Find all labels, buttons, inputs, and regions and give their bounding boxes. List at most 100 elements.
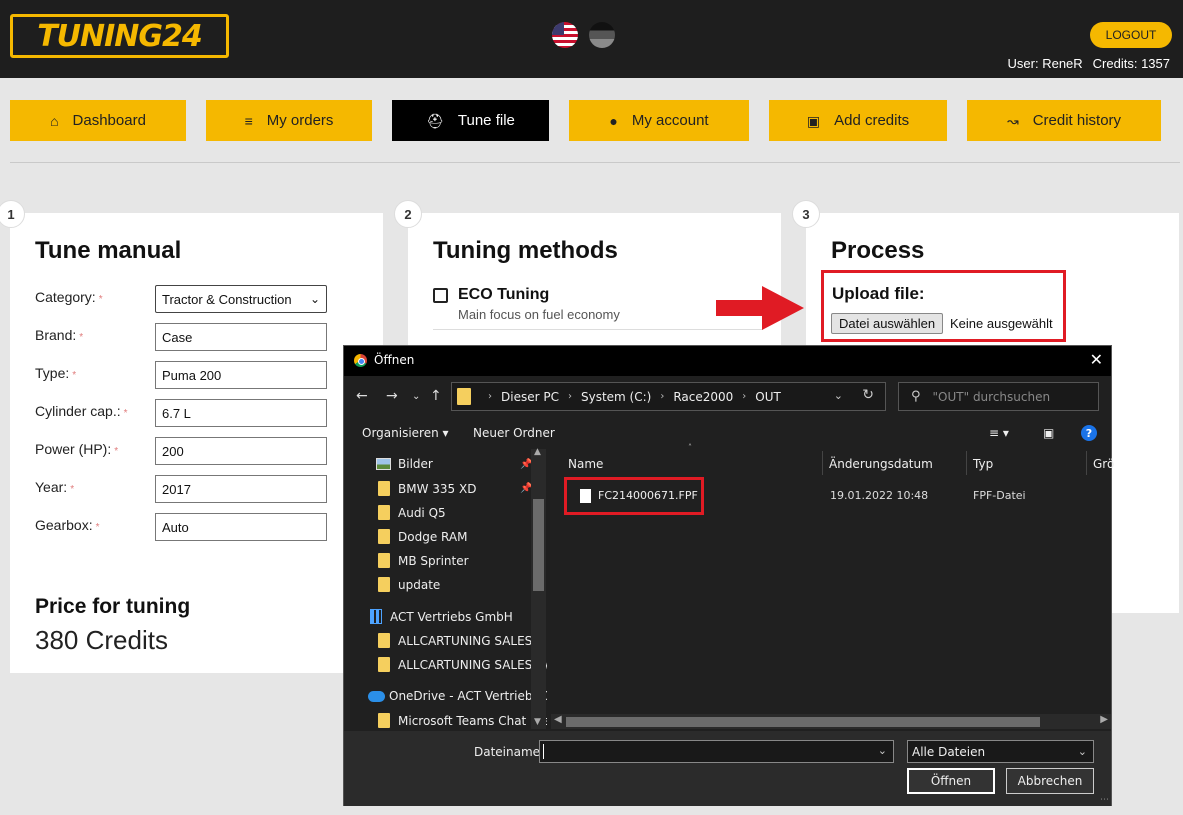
building-icon [370, 609, 382, 624]
forward-arrow-icon[interactable]: → [386, 388, 398, 404]
tree-item-dodge[interactable]: Dodge RAM [378, 529, 467, 544]
tree-item-allcartuning-2[interactable]: ALLCARTUNING SALES - \ [378, 657, 547, 672]
open-button[interactable]: Öffnen [907, 768, 995, 794]
file-list: ˄ Name Änderungsdatum Typ Grö FC21400067… [551, 443, 1114, 729]
nav-label: My orders [266, 112, 334, 129]
year-input[interactable]: 2017 [155, 475, 327, 503]
breadcrumb-item[interactable]: Dieser PC [501, 390, 559, 404]
filetype-select[interactable]: Alle Dateien ⌄ [907, 740, 1094, 763]
dialog-title: Öffnen [374, 353, 415, 367]
power-input[interactable]: 200 [155, 437, 327, 465]
category-select[interactable]: Tractor & Construction ⌄ [155, 285, 327, 313]
dialog-navbar: ← → ⌄ ↑ › Dieser PC › System (C:) › Race… [344, 382, 1111, 412]
eco-tuning-checkbox[interactable] [433, 288, 448, 303]
organize-button[interactable]: Organisieren ▾ [362, 426, 449, 440]
chevron-down-icon: ⌄ [1077, 745, 1087, 758]
scroll-thumb[interactable] [566, 717, 1040, 727]
new-folder-button[interactable]: Neuer Ordner [473, 426, 555, 440]
user-icon: ● [609, 112, 618, 129]
address-bar[interactable]: › Dieser PC › System (C:) › Race2000 › O… [451, 382, 886, 411]
tree-item-onedrive[interactable]: OneDrive - ACT Vertriebs G [368, 689, 547, 703]
folder-icon [378, 713, 390, 728]
view-options-icon[interactable]: ≡ ▾ [989, 426, 1009, 440]
us-flag-icon[interactable] [552, 22, 578, 48]
cancel-button[interactable]: Abbrechen [1006, 768, 1094, 794]
breadcrumb-item[interactable]: OUT [755, 390, 781, 404]
chevron-down-icon[interactable]: ⌄ [878, 744, 887, 757]
tuning24-logo[interactable]: TUNING24 [10, 14, 229, 58]
tree-item-allcartuning-1[interactable]: ALLCARTUNING SALES - [378, 633, 540, 648]
german-flag-icon[interactable] [589, 22, 615, 48]
search-placeholder: "OUT" durchsuchen [932, 389, 1051, 404]
up-arrow-icon[interactable]: ↑ [430, 388, 442, 404]
refresh-icon[interactable]: ↻ [862, 387, 874, 403]
step-number: 3 [792, 200, 820, 228]
nav-label: Credit history [1032, 112, 1122, 129]
cylinder-cap-input[interactable]: 6.7 L [155, 399, 327, 427]
folder-icon [378, 577, 390, 592]
tree-item-act[interactable]: ACT Vertriebs GmbH [370, 609, 513, 624]
tree-item-teams-chat[interactable]: Microsoft Teams Chat File [378, 713, 547, 728]
method-name: ECO Tuning [458, 286, 550, 303]
column-name[interactable]: Name [568, 457, 603, 471]
column-type[interactable]: Typ [973, 457, 993, 471]
resize-grip-icon[interactable]: ⋯ [1100, 795, 1109, 805]
column-size[interactable]: Grö [1093, 457, 1114, 471]
file-name[interactable]: FC214000671.FPF [598, 489, 698, 502]
nav-add-credits-button[interactable]: ▣ Add credits [769, 100, 947, 141]
text-caret [543, 744, 544, 759]
scroll-thumb[interactable] [533, 499, 544, 591]
horizontal-scrollbar[interactable]: ◀ ▶ [551, 714, 1111, 729]
nav-label: Dashboard [72, 112, 146, 129]
dialog-toolbar: Organisieren ▾ Neuer Ordner ≡ ▾ ▣ ? [344, 423, 1111, 445]
scroll-down-icon[interactable]: ▼ [534, 717, 541, 727]
tree-item-bilder[interactable]: Bilder [376, 457, 433, 471]
recent-dropdown-icon[interactable]: ⌄ [412, 391, 420, 402]
sort-arrow-icon: ˄ [688, 443, 692, 452]
chevron-down-icon: ⌄ [309, 292, 320, 306]
file-row[interactable]: FC214000671.FPF [564, 477, 704, 515]
folder-icon [378, 657, 390, 672]
choose-file-button[interactable]: Datei auswählen [831, 313, 944, 334]
close-icon[interactable]: ✕ [1090, 350, 1103, 369]
breadcrumb-item[interactable]: Race2000 [673, 390, 733, 404]
breadcrumb-item[interactable]: System (C:) [581, 390, 651, 404]
scroll-right-icon[interactable]: ▶ [1100, 714, 1108, 725]
tree-item-mb-sprinter[interactable]: MB Sprinter [378, 553, 469, 568]
tree-item-audi[interactable]: Audi Q5 [378, 505, 446, 520]
search-input[interactable]: ⚲ "OUT" durchsuchen [898, 382, 1099, 411]
column-date[interactable]: Änderungsdatum [829, 457, 933, 471]
upload-highlight-box: Upload file: Datei auswählen Keine ausge… [821, 270, 1066, 342]
tune-manual-panel: Tune manual Category: * Tractor & Constru… [10, 213, 383, 673]
type-input[interactable]: Puma 200 [155, 361, 327, 389]
filename-input[interactable]: ⌄ [539, 740, 894, 763]
nav-tune-file-button[interactable]: ⛑ Tune file [392, 100, 549, 141]
folder-icon [378, 505, 390, 520]
back-arrow-icon[interactable]: ← [356, 388, 368, 404]
nav-credit-history-button[interactable]: ↝ Credit history [967, 100, 1161, 141]
tree-item-bmw[interactable]: BMW 335 XD [378, 481, 476, 496]
logout-button[interactable]: LOGOUT [1090, 22, 1172, 48]
preview-pane-icon[interactable]: ▣ [1043, 426, 1054, 440]
tree-scrollbar[interactable]: ▲ ▼ [531, 447, 546, 729]
no-file-selected-text: Keine ausgewählt [950, 316, 1053, 331]
nav-my-orders-button[interactable]: ≡ My orders [206, 100, 372, 141]
help-icon[interactable]: ? [1081, 425, 1097, 441]
nav-dashboard-button[interactable]: ⌂ Dashboard [10, 100, 186, 141]
cart-icon: ▣ [806, 112, 821, 129]
scroll-left-icon[interactable]: ◀ [554, 714, 562, 725]
chevron-down-icon[interactable]: ⌄ [834, 389, 843, 402]
gearbox-input[interactable]: Auto [155, 513, 327, 541]
year-label: Year: * [35, 479, 75, 495]
brand-input[interactable]: Case [155, 323, 327, 351]
nav-my-account-button[interactable]: ● My account [569, 100, 749, 141]
dialog-titlebar: Öffnen ✕ [344, 346, 1111, 376]
tree-item-update[interactable]: update [378, 577, 440, 592]
home-icon: ⌂ [50, 112, 59, 129]
gearbox-label: Gearbox: * [35, 517, 100, 533]
scroll-up-icon[interactable]: ▲ [534, 447, 541, 457]
breadcrumb: › Dieser PC › System (C:) › Race2000 › O… [488, 389, 781, 404]
folder-icon [457, 388, 471, 405]
method-description: Main focus on fuel economy [458, 307, 620, 322]
price-value: 380 Credits [35, 625, 168, 655]
